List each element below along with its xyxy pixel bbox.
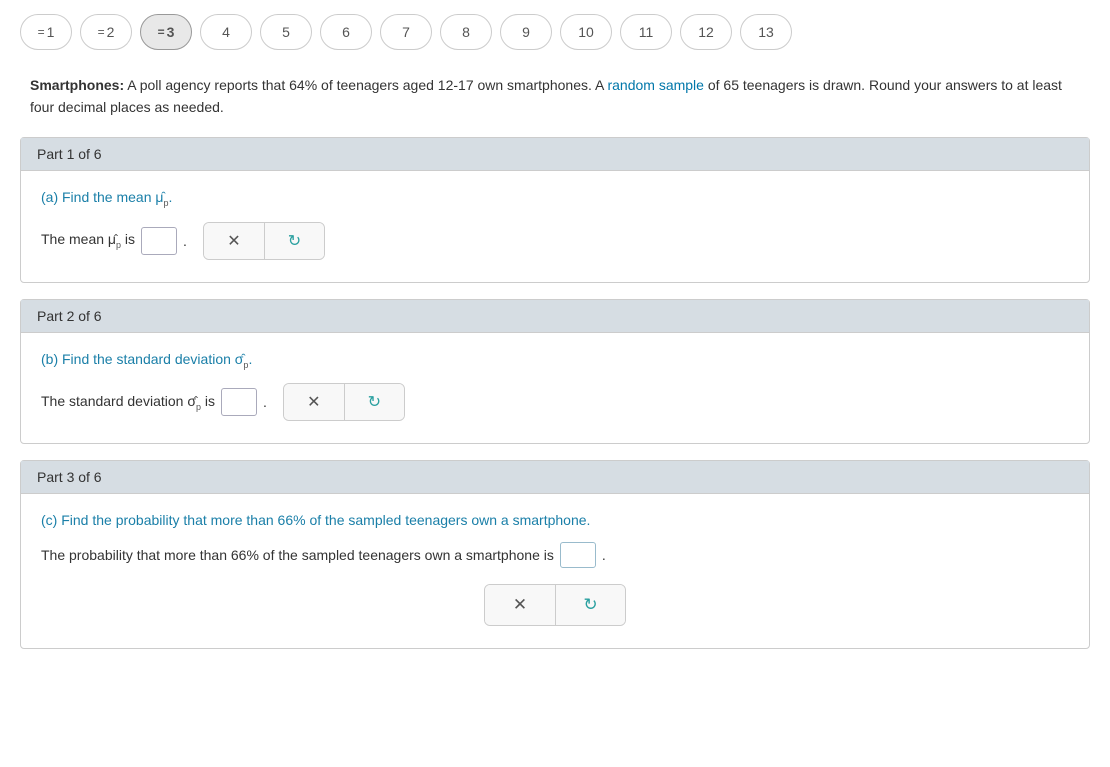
mean-input[interactable] — [141, 227, 177, 255]
tab-6[interactable]: 6 — [320, 14, 372, 50]
part-3-panel: Part 3 of 6 (c) Find the probability tha… — [20, 460, 1090, 649]
tab-12[interactable]: 12 — [680, 14, 732, 50]
part-1-answer-prefix: The mean μ̂p is — [41, 231, 135, 250]
part-1-question: (a) Find the mean μ̂p. — [41, 189, 1069, 208]
tab-4-label: 4 — [222, 24, 230, 40]
part-1-action-buttons: ✕ ↻ — [203, 222, 325, 260]
equals-icon-3: = — [158, 25, 165, 39]
part-3-question: (c) Find the probability that more than … — [41, 512, 1069, 528]
part-1-answer-row: The mean μ̂p is . ✕ ↻ — [41, 222, 1069, 260]
part-3-reset-button[interactable]: ↻ — [555, 585, 625, 625]
tab-4[interactable]: 4 — [200, 14, 252, 50]
part-1-panel: Part 1 of 6 (a) Find the mean μ̂p. The m… — [20, 137, 1090, 283]
tab-3-label: 3 — [167, 24, 175, 40]
part-3-clear-button[interactable]: ✕ — [485, 585, 555, 625]
part-3-action-buttons: ✕ ↻ — [484, 584, 626, 626]
part-2-reset-button[interactable]: ↻ — [344, 384, 404, 420]
problem-text: A poll agency reports that 64% of teenag… — [30, 77, 1062, 115]
tab-10-label: 10 — [578, 24, 594, 40]
tab-1[interactable]: = 1 — [20, 14, 72, 50]
tab-5[interactable]: 5 — [260, 14, 312, 50]
tab-9-label: 9 — [522, 24, 530, 40]
part-2-answer-prefix: The standard deviation σ̂p is — [41, 393, 215, 412]
tab-3[interactable]: = 3 — [140, 14, 192, 50]
tab-7[interactable]: 7 — [380, 14, 432, 50]
part-2-header: Part 2 of 6 — [21, 300, 1089, 333]
part-3-answer-suffix: . — [602, 547, 606, 563]
tab-8-label: 8 — [462, 24, 470, 40]
tab-7-label: 7 — [402, 24, 410, 40]
part-3-answer-prefix: The probability that more than 66% of th… — [41, 547, 554, 563]
tab-12-label: 12 — [698, 24, 714, 40]
tab-1-label: 1 — [47, 24, 55, 40]
tab-6-label: 6 — [342, 24, 350, 40]
navigation-tabs: = 1 = 2 = 3 4 5 6 7 8 9 10 11 12 13 — [0, 0, 1110, 64]
part-2-answer-row: The standard deviation σ̂p is . ✕ ↻ — [41, 383, 1069, 421]
tab-5-label: 5 — [282, 24, 290, 40]
part-3-answer-row: The probability that more than 66% of th… — [41, 542, 1069, 568]
part-3-body: (c) Find the probability that more than … — [21, 494, 1089, 648]
equals-icon-2: = — [98, 25, 105, 39]
part-2-answer-suffix: . — [263, 394, 267, 410]
problem-bold-label: Smartphones: — [30, 77, 124, 93]
part-1-answer-suffix: . — [183, 233, 187, 249]
part-2-panel: Part 2 of 6 (b) Find the standard deviat… — [20, 299, 1090, 445]
tab-2-label: 2 — [107, 24, 115, 40]
prob-input[interactable] — [560, 542, 596, 568]
std-dev-input[interactable] — [221, 388, 257, 416]
part-2-question: (b) Find the standard deviation σ̂p. — [41, 351, 1069, 370]
tab-11-label: 11 — [639, 24, 654, 40]
tab-13-label: 13 — [758, 24, 774, 40]
tab-10[interactable]: 10 — [560, 14, 612, 50]
part-1-reset-button[interactable]: ↻ — [264, 223, 324, 259]
part-2-body: (b) Find the standard deviation σ̂p. The… — [21, 333, 1089, 444]
tab-8[interactable]: 8 — [440, 14, 492, 50]
part-1-header: Part 1 of 6 — [21, 138, 1089, 171]
part-3-bottom-buttons: ✕ ↻ — [41, 584, 1069, 626]
equals-icon-1: = — [38, 25, 45, 39]
part-1-body: (a) Find the mean μ̂p. The mean μ̂p is .… — [21, 171, 1089, 282]
part-2-action-buttons: ✕ ↻ — [283, 383, 405, 421]
tab-2[interactable]: = 2 — [80, 14, 132, 50]
part-1-clear-button[interactable]: ✕ — [204, 223, 264, 259]
tab-11[interactable]: 11 — [620, 14, 672, 50]
tab-9[interactable]: 9 — [500, 14, 552, 50]
problem-statement: Smartphones: A poll agency reports that … — [0, 64, 1110, 137]
part-2-clear-button[interactable]: ✕ — [284, 384, 344, 420]
part-3-header: Part 3 of 6 — [21, 461, 1089, 494]
tab-13[interactable]: 13 — [740, 14, 792, 50]
